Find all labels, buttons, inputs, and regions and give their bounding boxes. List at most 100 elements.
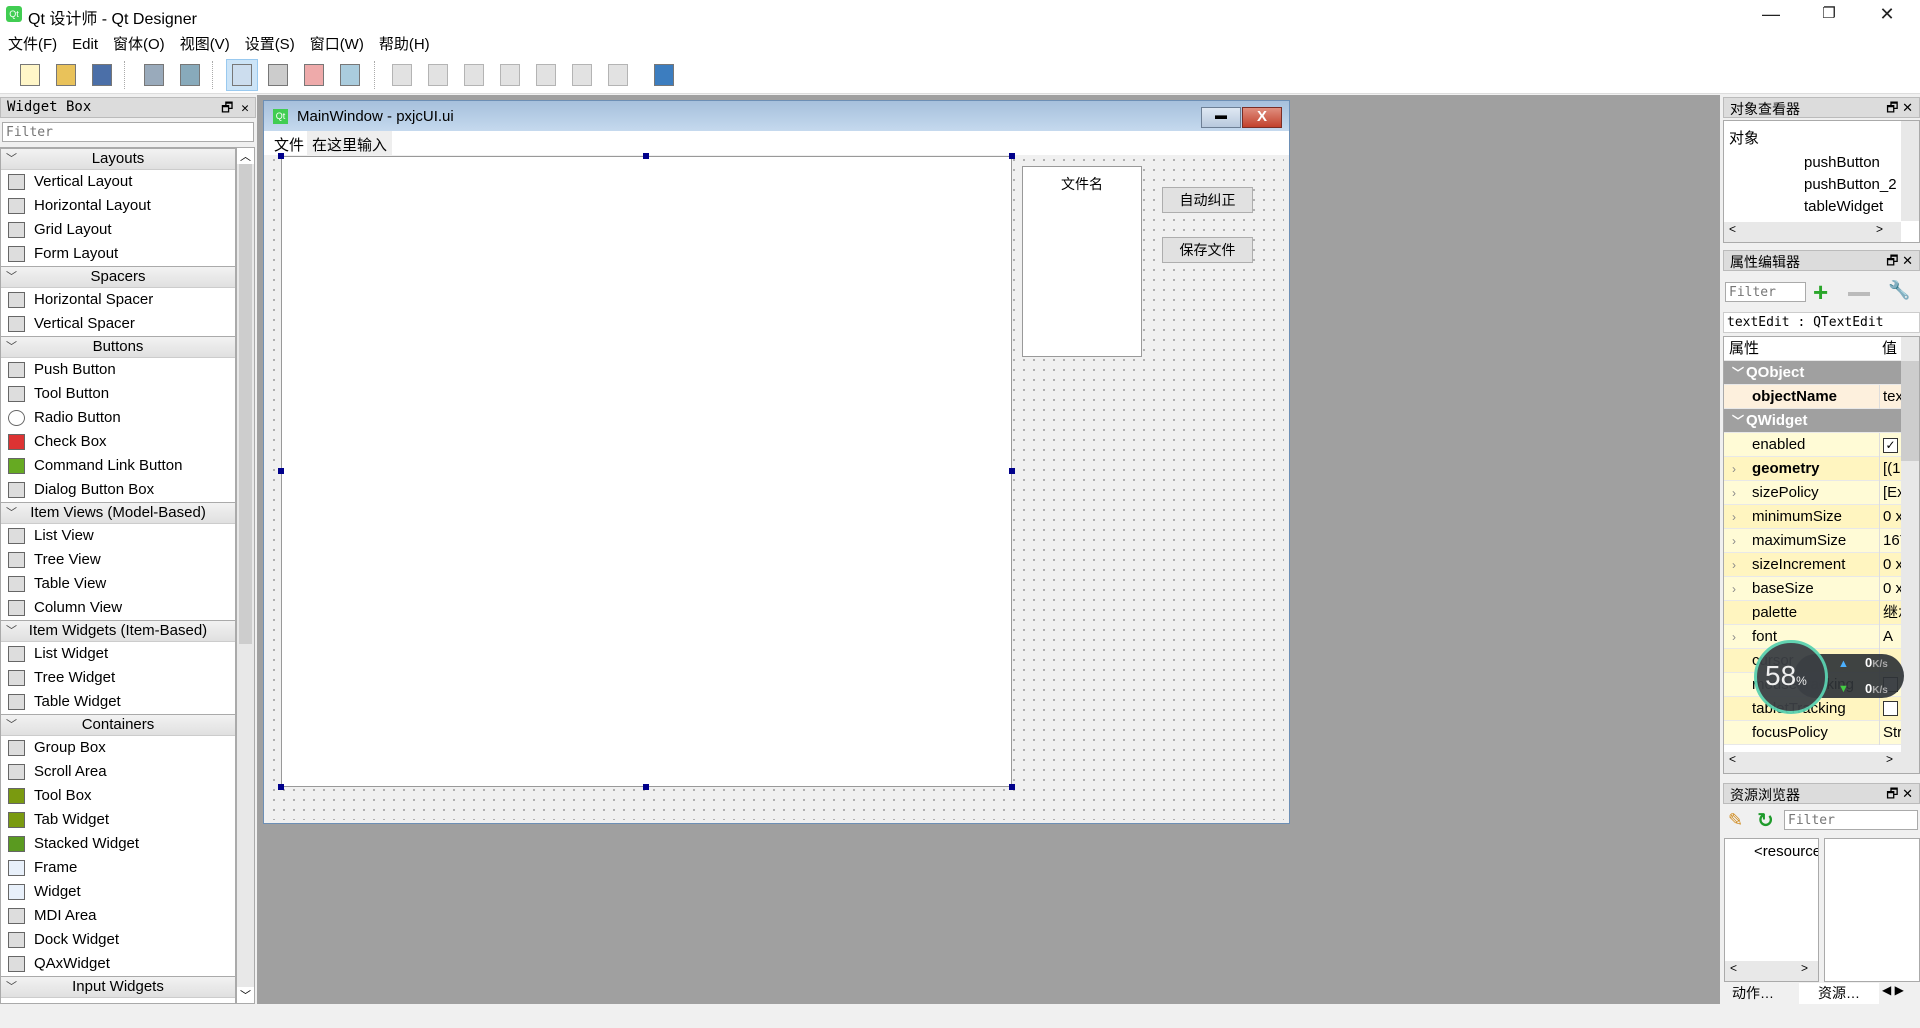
tab-actions[interactable]: 动作… [1726,983,1799,1003]
category-buttons[interactable]: ﹀ Buttons [1,336,235,358]
menu-3[interactable]: 视图(V) [172,30,237,54]
form-menu-type-here[interactable]: 在这里输入 [307,131,393,155]
wrench-config-icon[interactable]: 🔧 [1888,280,1910,301]
layout-vertical-splitter-button[interactable] [494,59,526,91]
chevron-right-icon[interactable]: › [1732,505,1736,529]
object-tree-hscroll[interactable]: < > [1724,222,1901,242]
resource-filter[interactable] [1784,810,1918,830]
resize-handle[interactable] [1009,153,1015,159]
category-containers[interactable]: ﹀ Containers [1,714,235,736]
table-column-header[interactable]: 文件名 [1023,167,1141,194]
widget-item-tree-view[interactable]: Tree View [1,548,235,572]
resource-file-list[interactable] [1824,838,1920,982]
chevron-right-icon[interactable]: › [1732,529,1736,553]
widget-item-mdi-area[interactable]: MDI Area [1,904,235,928]
resource-hscroll[interactable]: < > [1725,961,1818,981]
reload-icon[interactable]: ↻ [1757,808,1774,833]
dock-controls[interactable]: 🗗 ✕ [1886,252,1913,274]
open-folder-button[interactable] [50,59,82,91]
save-file-button[interactable]: 保存文件 [1162,237,1253,263]
property-row-sizePolicy[interactable]: › sizePolicy [Ex [1724,481,1919,505]
layout-horizontal-splitter-button[interactable] [458,59,490,91]
property-hscroll[interactable]: < > [1724,752,1919,773]
chevron-right-icon[interactable]: › [1732,553,1736,577]
property-filter[interactable] [1725,282,1806,302]
widget-item-frame[interactable]: Frame [1,856,235,880]
property-row-baseSize[interactable]: › baseSize 0 x [1724,577,1919,601]
resize-handle[interactable] [643,784,649,790]
widget-item-tree-widget[interactable]: Tree Widget [1,666,235,690]
resize-handle[interactable] [278,153,284,159]
form-menu-file[interactable]: 文件 [274,134,304,155]
resize-handle[interactable] [1009,784,1015,790]
widget-item-list-view[interactable]: List View [1,524,235,548]
resize-handle[interactable] [1009,468,1015,474]
resource-tree[interactable]: <resource root> <> [1724,838,1819,982]
menu-0[interactable]: 文件(F) [0,30,64,54]
category-layouts[interactable]: ﹀ Layouts [1,148,235,170]
edit-signals-slots-button[interactable] [262,59,294,91]
tab-resources[interactable]: 资源… [1799,983,1879,1004]
checkbox[interactable]: ✓ [1883,438,1898,453]
widget-item-radio-button[interactable]: Radio Button [1,406,235,430]
bring-to-front-button[interactable] [174,59,206,91]
break-layout-button[interactable] [602,59,634,91]
widget-item-stacked-widget[interactable]: Stacked Widget [1,832,235,856]
chevron-right-icon[interactable]: › [1732,577,1736,601]
widget-item-command-link-button[interactable]: Command Link Button [1,454,235,478]
widget-item-dialog-button-box[interactable]: Dialog Button Box [1,478,235,502]
object-item[interactable]: pushButton [1804,152,1904,174]
resize-handle[interactable] [643,153,649,159]
category-input-widgets[interactable]: ﹀ Input Widgets [1,976,235,998]
menu-1[interactable]: Edit [64,33,105,53]
widget-item-tool-box[interactable]: Tool Box [1,784,235,808]
category-item-views-model-based-[interactable]: ﹀ Item Views (Model-Based) [1,502,235,524]
remove-property-icon[interactable] [1848,292,1870,296]
add-property-icon[interactable]: + [1813,279,1828,305]
form-window[interactable]: Qt MainWindow - pxjcUI.ui ▬ X 文件 在这里输入 文… [263,100,1290,824]
property-row-geometry[interactable]: › geometry [(10 [1724,457,1919,481]
widget-item-list-widget[interactable]: List Widget [1,642,235,666]
layout-vertical-button[interactable] [422,59,454,91]
property-row-focusPolicy[interactable]: focusPolicy Str [1724,721,1919,745]
widget-item-grid-layout[interactable]: Grid Layout [1,218,235,242]
dock-controls[interactable]: 🗗 ✕ [1886,99,1913,121]
widget-item-column-view[interactable]: Column View [1,596,235,620]
auto-correct-button[interactable]: 自动纠正 [1162,187,1253,213]
widget-item-push-button[interactable]: Push Button [1,358,235,382]
property-row-palette[interactable]: palette继承 [1724,601,1919,625]
category-spacers[interactable]: ﹀ Spacers [1,266,235,288]
widget-item-group-box[interactable]: Group Box [1,736,235,760]
dock-controls[interactable]: 🗗 ✕ [1886,785,1913,807]
close-button[interactable]: ✕ [1858,0,1916,30]
widget-item-vertical-layout[interactable]: Vertical Layout [1,170,235,194]
resize-handle[interactable] [278,468,284,474]
table-widget[interactable]: 文件名 [1022,166,1142,357]
layout-form-button[interactable] [566,59,598,91]
property-group-qobject[interactable]: ﹀ QObject [1724,361,1919,385]
edit-tab-order-button[interactable] [334,59,366,91]
adjust-size-button[interactable] [648,59,680,91]
widget-box-scrollbar[interactable]: ︿ ﹀ [236,147,255,1004]
scroll-down-icon[interactable]: ﹀ [237,987,254,1003]
network-speed-widget[interactable]: 58% ▲ ▼ 0K/s 0K/s [1754,640,1904,714]
widget-item-vertical-spacer[interactable]: Vertical Spacer [1,312,235,336]
scroll-thumb[interactable] [239,164,252,644]
object-item[interactable]: tableWidget [1804,196,1904,218]
send-to-back-button[interactable] [138,59,170,91]
layout-grid-button[interactable] [530,59,562,91]
edit-widgets-button[interactable] [226,59,258,91]
widget-item-table-view[interactable]: Table View [1,572,235,596]
layout-horizontal-button[interactable] [386,59,418,91]
property-row-enabled[interactable]: enabled ✓ [1724,433,1919,457]
widget-box-filter[interactable] [2,122,254,142]
widget-item-tab-widget[interactable]: Tab Widget [1,808,235,832]
new-file-button[interactable] [14,59,46,91]
property-row-objectName[interactable]: objectNametextEdit [1724,385,1919,409]
edit-buddies-button[interactable] [298,59,330,91]
widget-item-horizontal-spacer[interactable]: Horizontal Spacer [1,288,235,312]
save-button[interactable] [86,59,118,91]
property-row-minimumSize[interactable]: › minimumSize 0 x [1724,505,1919,529]
menu-5[interactable]: 窗口(W) [302,30,371,54]
category-item-widgets-item-based-[interactable]: ﹀ Item Widgets (Item-Based) [1,620,235,642]
